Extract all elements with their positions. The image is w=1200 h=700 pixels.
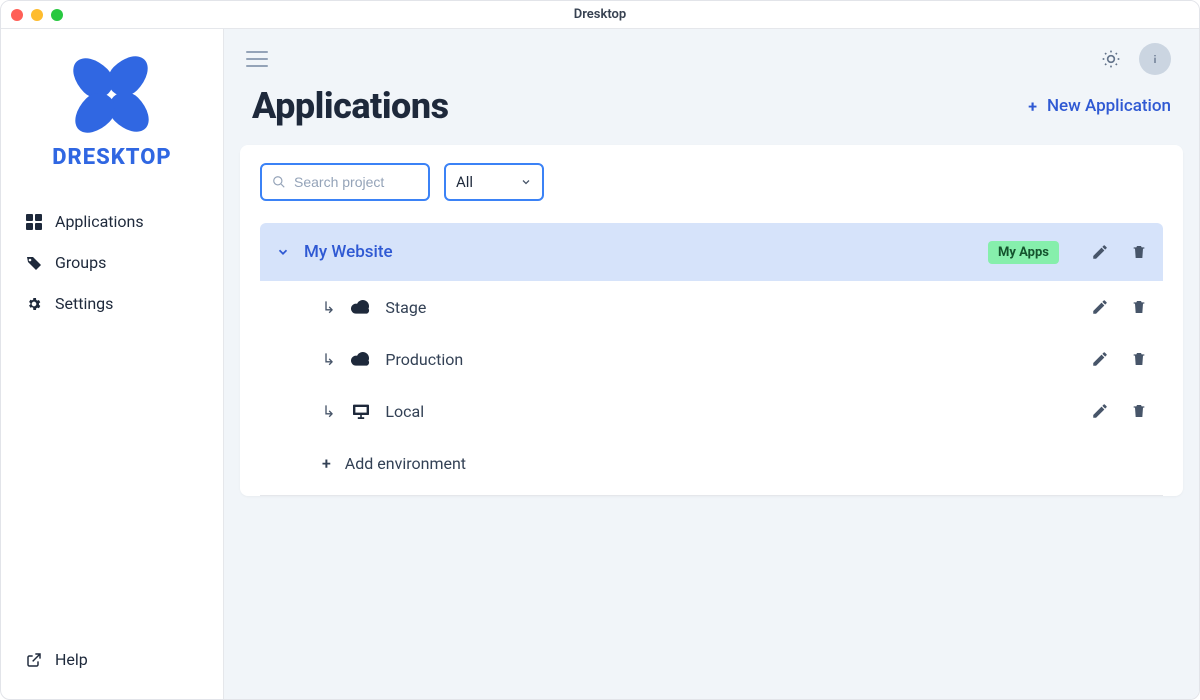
search-project-input-wrap[interactable] [260,163,430,201]
pencil-icon [1091,243,1109,261]
project-actions [1091,243,1147,261]
pencil-icon [1091,402,1109,420]
edit-environment-button[interactable] [1091,298,1109,316]
brand: DRESKTOP [1,53,223,170]
window-title: Dresktop [574,7,626,22]
environment-name: Production [385,350,463,369]
sidebar-item-help[interactable]: Help [11,640,213,679]
logo-icon [72,53,152,133]
environment-name: Stage [385,298,426,317]
project-tag: My Apps [988,241,1059,264]
edit-project-button[interactable] [1091,243,1109,261]
page-header: Applications + New Application [224,85,1199,145]
filter-select-value: All [456,173,473,191]
theme-toggle-button[interactable] [1095,43,1127,75]
sidebar-item-applications[interactable]: Applications [11,202,213,241]
edit-environment-button[interactable] [1091,350,1109,368]
brand-name: DRESKTOP [52,145,171,170]
environment-row[interactable]: ↳ Local [260,385,1163,437]
main-area: Applications + New Application All [224,29,1199,699]
chevron-down-icon [276,245,290,259]
info-icon [1147,51,1163,67]
environment-name: Local [385,402,424,421]
sun-icon [1101,49,1121,69]
delete-environment-button[interactable] [1131,402,1147,420]
sub-arrow-icon: ↳ [322,350,335,369]
app-window: Dresktop DRESKTOP Applications [0,0,1200,700]
delete-project-button[interactable] [1131,243,1147,261]
trash-icon [1131,298,1147,316]
minimize-window-button[interactable] [31,9,43,21]
new-application-label: New Application [1047,96,1171,116]
edit-environment-button[interactable] [1091,402,1109,420]
new-application-button[interactable]: + New Application [1028,96,1171,116]
environment-row[interactable]: ↳ Production [260,333,1163,385]
grid-icon [25,214,43,230]
desktop-icon [351,403,371,419]
add-environment-button[interactable]: + Add environment [260,437,1163,489]
sidebar-item-label: Help [55,650,88,669]
project-row[interactable]: My Website My Apps [260,223,1163,281]
project-name: My Website [304,242,393,262]
menu-toggle-button[interactable] [246,51,268,67]
trash-icon [1131,350,1147,368]
gear-icon [25,296,43,312]
external-link-icon [25,652,43,668]
delete-environment-button[interactable] [1131,298,1147,316]
divider [260,495,1163,496]
plus-icon: + [1028,97,1037,116]
pencil-icon [1091,298,1109,316]
sidebar-item-groups[interactable]: Groups [11,243,213,282]
close-window-button[interactable] [11,9,23,21]
search-project-input[interactable] [294,174,418,190]
sidebar-item-label: Settings [55,294,113,313]
window-controls [11,9,63,21]
plus-icon: + [322,454,331,473]
chevron-down-icon [520,176,532,188]
sidebar-item-label: Groups [55,253,106,272]
titlebar: Dresktop [1,1,1199,29]
trash-icon [1131,402,1147,420]
filters-row: All [240,163,1183,223]
sidebar-nav: Applications Groups Settings [1,194,223,331]
filter-select[interactable]: All [444,163,544,201]
delete-environment-button[interactable] [1131,350,1147,368]
environment-row[interactable]: ↳ Stage [260,281,1163,333]
topbar [224,29,1199,85]
fullscreen-window-button[interactable] [51,9,63,21]
applications-card: All My Website My Apps [240,145,1183,496]
sidebar: DRESKTOP Applications Groups [1,29,224,699]
add-environment-label: Add environment [345,454,466,473]
sub-arrow-icon: ↳ [322,298,335,317]
sidebar-item-settings[interactable]: Settings [11,284,213,323]
page-title: Applications [252,85,449,127]
projects-tree: My Website My Apps ↳ [240,223,1183,489]
cloud-icon [351,352,371,366]
search-icon [272,175,286,189]
sidebar-item-label: Applications [55,212,144,231]
cloud-icon [351,300,371,314]
sub-arrow-icon: ↳ [322,402,335,421]
info-button[interactable] [1139,43,1171,75]
tag-icon [25,255,43,271]
trash-icon [1131,243,1147,261]
pencil-icon [1091,350,1109,368]
